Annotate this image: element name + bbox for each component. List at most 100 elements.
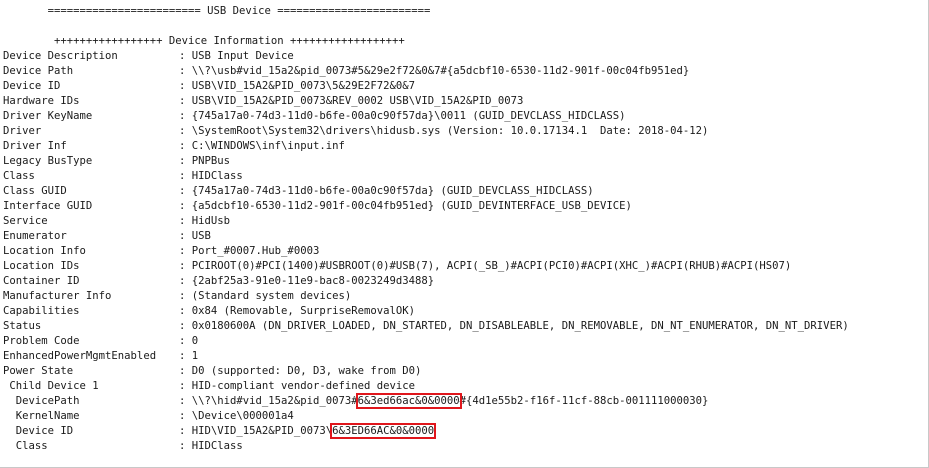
- child-class-value: HIDClass: [191, 440, 243, 452]
- property-row: Service: HidUsb: [3, 214, 230, 229]
- child-device-key: Child Device 1: [3, 380, 99, 392]
- property-row: Class: HIDClass: [3, 169, 243, 184]
- row-separator: :: [179, 395, 192, 407]
- property-row: Power State: D0 (supported: D0, D3, wake…: [3, 364, 421, 379]
- child-class-row: Class: HIDClass: [3, 439, 243, 454]
- row-separator: :: [179, 80, 192, 92]
- property-key: Device Description: [3, 50, 118, 62]
- property-value: 0x0180600A (DN_DRIVER_LOADED, DN_STARTED…: [191, 320, 849, 332]
- property-value: USB Input Device: [191, 50, 294, 62]
- property-key: Driver KeyName: [3, 110, 93, 122]
- property-key: Status: [3, 320, 42, 332]
- device-info-text-pane[interactable]: ======================== USB Device ====…: [0, 0, 929, 468]
- property-key: Service: [3, 215, 48, 227]
- property-value: {a5dcbf10-6530-11d2-901f-00c04fb951ed} (…: [191, 200, 632, 212]
- property-key: Problem Code: [3, 335, 80, 347]
- child-kernelname-key: KernelName: [3, 410, 80, 422]
- row-separator: :: [179, 425, 192, 437]
- property-value: 0: [191, 335, 199, 347]
- row-separator: :: [179, 305, 192, 317]
- property-value: 0x84 (Removable, SurpriseRemovalOK): [191, 305, 415, 317]
- property-row: Device ID: USB\VID_15A2&PID_0073\5&29E2F…: [3, 79, 415, 94]
- property-value: \SystemRoot\System32\drivers\hidusb.sys …: [191, 125, 709, 137]
- row-separator: :: [179, 320, 192, 332]
- property-key: Class GUID: [3, 185, 67, 197]
- property-key: Interface GUID: [3, 200, 93, 212]
- child-devicepath-row: DevicePath: \\?\hid#vid_15a2&pid_0073#6&…: [3, 393, 709, 409]
- property-key: Capabilities: [3, 305, 80, 317]
- device-information-header: +++++++++++++++++ Device Information +++…: [3, 35, 405, 47]
- property-key: Manufacturer Info: [3, 290, 112, 302]
- property-key: Device ID: [3, 80, 61, 92]
- property-value: {2abf25a3-91e0-11e9-bac8-0023249d3488}: [191, 275, 435, 287]
- highlighted-instance-id: 6&3ED66AC&0&0000: [330, 423, 437, 439]
- child-kernelname-row: KernelName: \Device\000001a4: [3, 409, 294, 424]
- property-key: Driver: [3, 125, 42, 137]
- property-value: USB\VID_15A2&PID_0073&REV_0002 USB\VID_1…: [191, 95, 524, 107]
- row-separator: :: [179, 350, 192, 362]
- property-value: {745a17a0-74d3-11d0-b6fe-00a0c90f57da}\0…: [191, 110, 626, 122]
- child-deviceid-prefix: HID\VID_15A2&PID_0073\: [191, 425, 333, 437]
- property-row: Hardware IDs: USB\VID_15A2&PID_0073&REV_…: [3, 94, 523, 109]
- row-separator: :: [179, 380, 192, 392]
- property-value: 1: [191, 350, 199, 362]
- property-key: Class: [3, 170, 35, 182]
- row-separator: :: [179, 185, 192, 197]
- child-devicepath-prefix: \\?\hid#vid_15a2&pid_0073#: [191, 395, 358, 407]
- child-device-value: HID-compliant vendor-defined device: [191, 380, 415, 392]
- property-value: PNPBus: [191, 155, 231, 167]
- row-separator: :: [179, 155, 192, 167]
- usb-device-banner: ======================== USB Device ====…: [3, 5, 431, 17]
- property-value: (Standard system devices): [191, 290, 352, 302]
- property-row: Class GUID: {745a17a0-74d3-11d0-b6fe-00a…: [3, 184, 594, 199]
- property-key: Power State: [3, 365, 74, 377]
- property-row: Status: 0x0180600A (DN_DRIVER_LOADED, DN…: [3, 319, 849, 334]
- child-class-key: Class: [3, 440, 48, 452]
- child-devicepath-suffix: #{4d1e55b2-f16f-11cf-88cb-001111000030}: [459, 395, 709, 407]
- property-key: Location Info: [3, 245, 86, 257]
- row-separator: :: [179, 245, 192, 257]
- child-devicepath-key: DevicePath: [3, 395, 80, 407]
- property-key: Device Path: [3, 65, 74, 77]
- property-value: HidUsb: [191, 215, 231, 227]
- property-key: Legacy BusType: [3, 155, 93, 167]
- child-deviceid-row: Device ID: HID\VID_15A2&PID_0073\6&3ED66…: [3, 423, 437, 439]
- property-row: Device Description: USB Input Device: [3, 49, 294, 64]
- property-key: Location IDs: [3, 260, 80, 272]
- property-row: Location IDs: PCIROOT(0)#PCI(1400)#USBRO…: [3, 259, 791, 274]
- property-row: Legacy BusType: PNPBus: [3, 154, 230, 169]
- child-device-row: Child Device 1: HID-compliant vendor-def…: [3, 379, 415, 394]
- property-key: Driver Inf: [3, 140, 67, 152]
- row-separator: :: [179, 440, 192, 452]
- property-row: Interface GUID: {a5dcbf10-6530-11d2-901f…: [3, 199, 632, 214]
- property-row: Capabilities: 0x84 (Removable, SurpriseR…: [3, 304, 415, 319]
- property-value: USB: [191, 230, 211, 242]
- property-row: Problem Code: 0: [3, 334, 198, 349]
- row-separator: :: [179, 65, 192, 77]
- row-separator: :: [179, 290, 192, 302]
- row-separator: :: [179, 200, 192, 212]
- highlighted-instance-id: 6&3ed66ac&0&0000: [355, 393, 462, 409]
- property-row: Driver KeyName: {745a17a0-74d3-11d0-b6fe…: [3, 109, 625, 124]
- row-separator: :: [179, 110, 192, 122]
- row-separator: :: [179, 365, 192, 377]
- property-key: Enumerator: [3, 230, 67, 242]
- property-value: PCIROOT(0)#PCI(1400)#USBROOT(0)#USB(7), …: [191, 260, 792, 272]
- property-key: Hardware IDs: [3, 95, 80, 107]
- property-row: EnhancedPowerMgmtEnabled: 1: [3, 349, 198, 364]
- row-separator: :: [179, 230, 192, 242]
- property-value: HIDClass: [191, 170, 243, 182]
- row-separator: :: [179, 50, 192, 62]
- row-separator: :: [179, 215, 192, 227]
- property-value: USB\VID_15A2&PID_0073\5&29E2F72&0&7: [191, 80, 415, 92]
- property-row: Location Info: Port_#0007.Hub_#0003: [3, 244, 319, 259]
- child-kernelname-value: \Device\000001a4: [191, 410, 294, 422]
- property-row: Driver Inf: C:\WINDOWS\inf\input.inf: [3, 139, 345, 154]
- property-row: Enumerator: USB: [3, 229, 211, 244]
- property-row: Device Path: \\?\usb#vid_15a2&pid_0073#5…: [3, 64, 689, 79]
- property-value: \\?\usb#vid_15a2&pid_0073#5&29e2f72&0&7#…: [191, 65, 690, 77]
- row-separator: :: [179, 140, 192, 152]
- property-key: EnhancedPowerMgmtEnabled: [3, 350, 157, 362]
- child-deviceid-key: Device ID: [3, 425, 74, 437]
- property-row: Container ID: {2abf25a3-91e0-11e9-bac8-0…: [3, 274, 434, 289]
